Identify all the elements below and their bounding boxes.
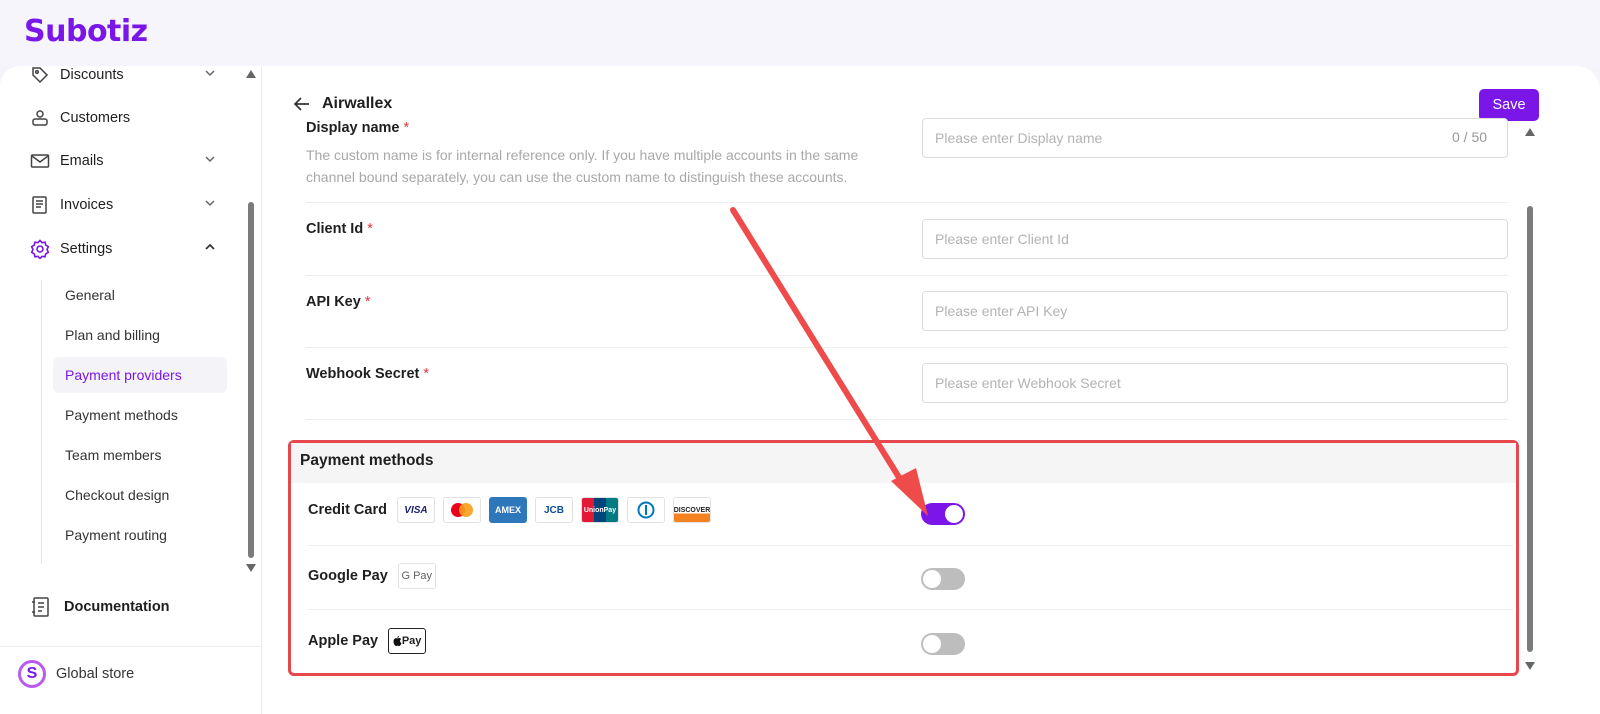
payment-method-label: Credit Card [308,502,387,518]
documentation-icon [32,597,49,617]
page-title: Airwallex [322,95,393,112]
chevron-down-icon[interactable] [204,153,216,165]
mail-icon [30,151,50,171]
payment-method-credit-card: Credit Card VISA AMEX JCB UnionPay DISCO… [308,495,1508,525]
chevron-down-icon[interactable] [204,67,216,79]
payment-method-label: Google Pay [308,568,388,584]
discover-icon: DISCOVER [672,497,711,523]
payment-method-google-pay: Google Pay G Pay [308,561,1508,591]
sidebar: Discounts Customers Emails Invoices Sett… [0,66,262,714]
sidebar-subitem-plan-billing[interactable]: Plan and billing [53,317,227,353]
sidebar-item-customers[interactable]: Customers [30,104,230,132]
sidebar-subitem-checkout-design[interactable]: Checkout design [53,477,227,513]
back-arrow-icon[interactable] [292,94,312,114]
store-name: Global store [56,666,135,682]
google-pay-icon: G Pay [397,563,436,589]
page-header: Airwallex [292,94,392,114]
invoice-icon [30,195,50,215]
store-switcher[interactable]: S Global store [18,659,134,689]
payment-methods-header: Payment methods [291,443,1516,483]
tag-icon [30,66,50,85]
main-scrollbar[interactable] [1527,206,1533,652]
scroll-down-arrow[interactable] [246,564,256,572]
row-divider [306,347,1508,348]
row-divider [308,609,1513,610]
sidebar-subitem-payment-routing[interactable]: Payment routing [53,517,227,553]
toggle-knob [945,505,963,523]
sidebar-item-label: Discounts [60,67,124,83]
sidebar-subitem-general[interactable]: General [53,277,227,313]
client-id-input[interactable] [922,219,1508,259]
mastercard-icon [442,497,481,523]
scroll-down-arrow[interactable] [1525,662,1535,670]
display-name-input[interactable] [922,118,1508,158]
amex-icon: AMEX [488,497,527,523]
sidebar-item-discounts[interactable]: Discounts [30,66,230,89]
top-bar: Subotiz [0,0,1600,66]
sidebar-subitem-team-members[interactable]: Team members [53,437,227,473]
required-mark: * [403,120,410,136]
google-pay-toggle[interactable] [921,568,965,590]
webhook-secret-input[interactable] [922,363,1508,403]
visa-icon: VISA [396,497,435,523]
store-logo: S [18,660,46,688]
sidebar-subitem-payment-providers[interactable]: Payment providers [53,357,227,393]
client-id-label-text: Client Id [306,221,364,237]
scroll-up-arrow[interactable] [246,70,256,78]
apple-pay-icon: Pay [388,628,427,654]
chevron-down-icon[interactable] [204,197,216,209]
client-id-label: Client Id * [306,221,373,237]
api-key-label-text: API Key [306,294,361,310]
apple-pay-toggle[interactable] [921,633,965,655]
scroll-up-arrow[interactable] [1525,128,1535,136]
unionpay-icon: UnionPay [580,497,619,523]
api-key-label: API Key * [306,294,370,310]
documentation-label: Documentation [64,599,170,615]
sidebar-item-label: Settings [60,241,113,257]
display-name-label: Display name * [306,120,409,136]
required-mark: * [364,294,371,310]
row-divider [308,545,1513,546]
credit-card-toggle[interactable] [921,503,965,525]
sidebar-item-emails[interactable]: Emails [30,147,230,175]
user-icon [30,108,50,128]
row-divider [306,419,1508,420]
payment-method-apple-pay: Apple Pay Pay [308,626,1508,656]
sidebar-item-settings[interactable]: Settings [30,235,230,263]
api-key-input[interactable] [922,291,1508,331]
display-name-help: The custom name is for internal referenc… [306,147,859,185]
brand-logo[interactable]: Subotiz [24,14,148,49]
gear-icon [30,239,50,259]
row-divider [306,275,1508,276]
diners-club-icon [626,497,665,523]
apple-logo-icon [393,635,402,646]
submenu-guide-line [41,280,42,564]
payment-methods-section: Payment methods Credit Card VISA AMEX JC… [288,440,1519,676]
sidebar-item-label: Emails [60,153,104,169]
sidebar-item-documentation[interactable]: Documentation [30,593,170,621]
display-name-counter: 0 / 50 [1452,129,1488,145]
save-button[interactable]: Save [1479,89,1539,121]
sidebar-item-label: Invoices [60,197,114,213]
webhook-secret-label: Webhook Secret * [306,366,429,382]
row-divider [306,202,1508,203]
display-name-label-text: Display name [306,120,400,136]
jcb-icon: JCB [534,497,573,523]
sidebar-scrollbar[interactable] [248,202,254,558]
sidebar-item-invoices[interactable]: Invoices [30,191,230,219]
webhook-secret-label-text: Webhook Secret [306,366,420,382]
toggle-knob [923,570,941,588]
sidebar-item-label: Customers [60,110,131,126]
sidebar-subitem-payment-methods[interactable]: Payment methods [53,397,227,433]
sidebar-divider [0,646,261,647]
main-panel: Airwallex Save Display name * The custom … [262,66,1600,714]
chevron-up-icon[interactable] [204,241,216,253]
toggle-knob [923,635,941,653]
payment-method-label: Apple Pay [308,633,379,649]
payment-methods-title: Payment methods [300,452,434,469]
apple-pay-text: Pay [401,635,422,647]
required-mark: * [367,221,373,237]
required-mark: * [423,366,430,382]
